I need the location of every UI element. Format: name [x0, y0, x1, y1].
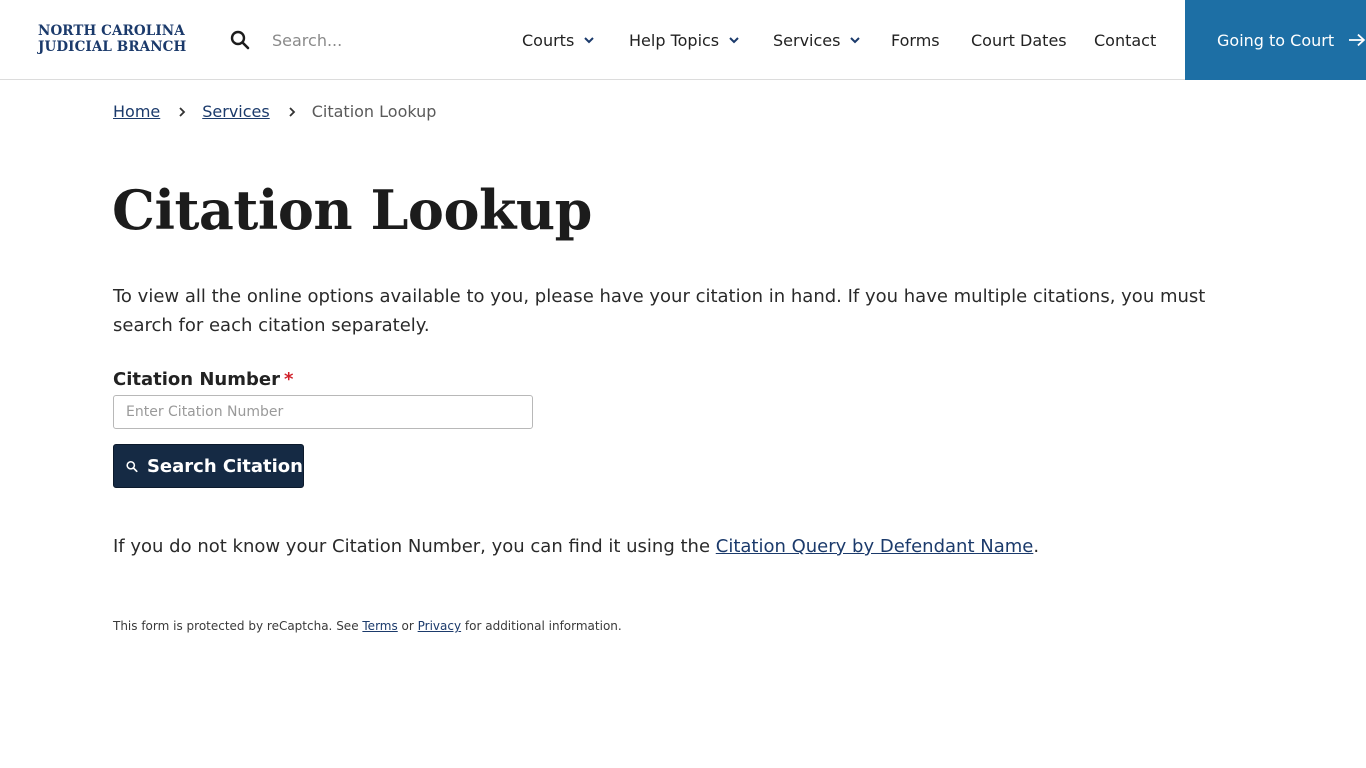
recaptcha-prefix: This form is protected by reCaptcha. See — [113, 619, 363, 633]
nav-help-topics[interactable]: Help Topics — [629, 0, 740, 80]
search-icon[interactable] — [230, 30, 250, 50]
help-text-suffix: . — [1033, 536, 1040, 557]
chevron-down-icon — [850, 37, 861, 44]
nav-services[interactable]: Services — [773, 0, 861, 80]
search-icon — [126, 460, 138, 472]
citation-number-label-text: Citation Number — [113, 369, 280, 390]
breadcrumb-home[interactable]: Home — [113, 102, 160, 121]
citation-query-link[interactable]: Citation Query by Defendant Name — [716, 536, 1034, 557]
nav-contact-label: Contact — [1094, 30, 1157, 50]
recaptcha-or: or — [397, 619, 418, 633]
required-marker: * — [283, 369, 294, 390]
site-header: NORTH CAROLINA JUDICIAL BRANCH Courts He… — [0, 0, 1366, 80]
going-to-court-label: Going to Court — [1217, 30, 1335, 50]
nav-forms-label: Forms — [891, 30, 940, 50]
nav-forms[interactable]: Forms — [891, 0, 940, 80]
breadcrumb-current: Citation Lookup — [311, 102, 437, 121]
logo-line-2: JUDICIAL BRANCH — [38, 39, 187, 55]
breadcrumb-services[interactable]: Services — [202, 102, 269, 121]
search-citation-label: Search Citation — [146, 455, 303, 477]
breadcrumb: Home Services Citation Lookup — [113, 102, 436, 121]
nav-services-label: Services — [773, 30, 841, 50]
citation-number-input[interactable] — [113, 395, 533, 429]
help-text: If you do not know your Citation Number,… — [113, 536, 1039, 557]
chevron-right-icon — [179, 106, 186, 117]
recaptcha-notice: This form is protected by reCaptcha. See… — [113, 619, 622, 633]
nav-court-dates-label: Court Dates — [971, 30, 1067, 50]
nav-courts-label: Courts — [522, 30, 575, 50]
arrow-right-icon — [1349, 33, 1366, 47]
search-citation-button[interactable]: Search Citation — [113, 444, 304, 488]
logo-line-1: NORTH CAROLINA — [38, 23, 185, 39]
citation-number-label: Citation Number * — [113, 369, 293, 390]
recaptcha-suffix: for additional information. — [461, 619, 622, 633]
recaptcha-terms-link[interactable]: Terms — [362, 619, 397, 633]
chevron-down-icon — [584, 37, 595, 44]
nav-court-dates[interactable]: Court Dates — [971, 0, 1067, 80]
page-title: Citation Lookup — [112, 178, 592, 242]
help-text-prefix: If you do not know your Citation Number,… — [113, 536, 716, 557]
nav-help-topics-label: Help Topics — [629, 30, 720, 50]
recaptcha-privacy-link[interactable]: Privacy — [418, 619, 461, 633]
site-logo[interactable]: NORTH CAROLINA JUDICIAL BRANCH — [38, 23, 186, 55]
intro-text: To view all the online options available… — [113, 286, 1206, 336]
nav-contact[interactable]: Contact — [1094, 0, 1156, 80]
chevron-down-icon — [729, 37, 739, 44]
going-to-court-button[interactable]: Going to Court — [1185, 0, 1366, 80]
nav-courts[interactable]: Courts — [522, 0, 595, 80]
chevron-right-icon — [289, 106, 295, 117]
site-search-input[interactable] — [262, 24, 462, 56]
